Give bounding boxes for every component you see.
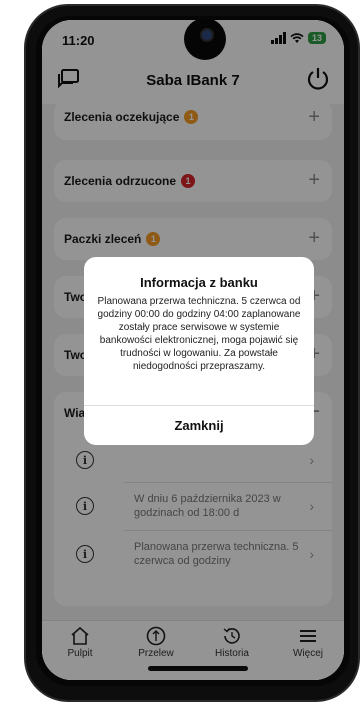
close-dialog-button[interactable]: Zamknij bbox=[84, 406, 314, 445]
dialog-title: Informacja z banku bbox=[140, 275, 258, 290]
dialog-message: Planowana przerwa techniczna. 5 czerwca … bbox=[97, 296, 301, 372]
info-dialog: Informacja z banku Planowana przerwa tec… bbox=[84, 257, 314, 445]
phone-screen: 11:20 13 Saba IBank 7 Zlecenia oczekując… bbox=[42, 20, 344, 680]
front-camera bbox=[184, 20, 226, 60]
